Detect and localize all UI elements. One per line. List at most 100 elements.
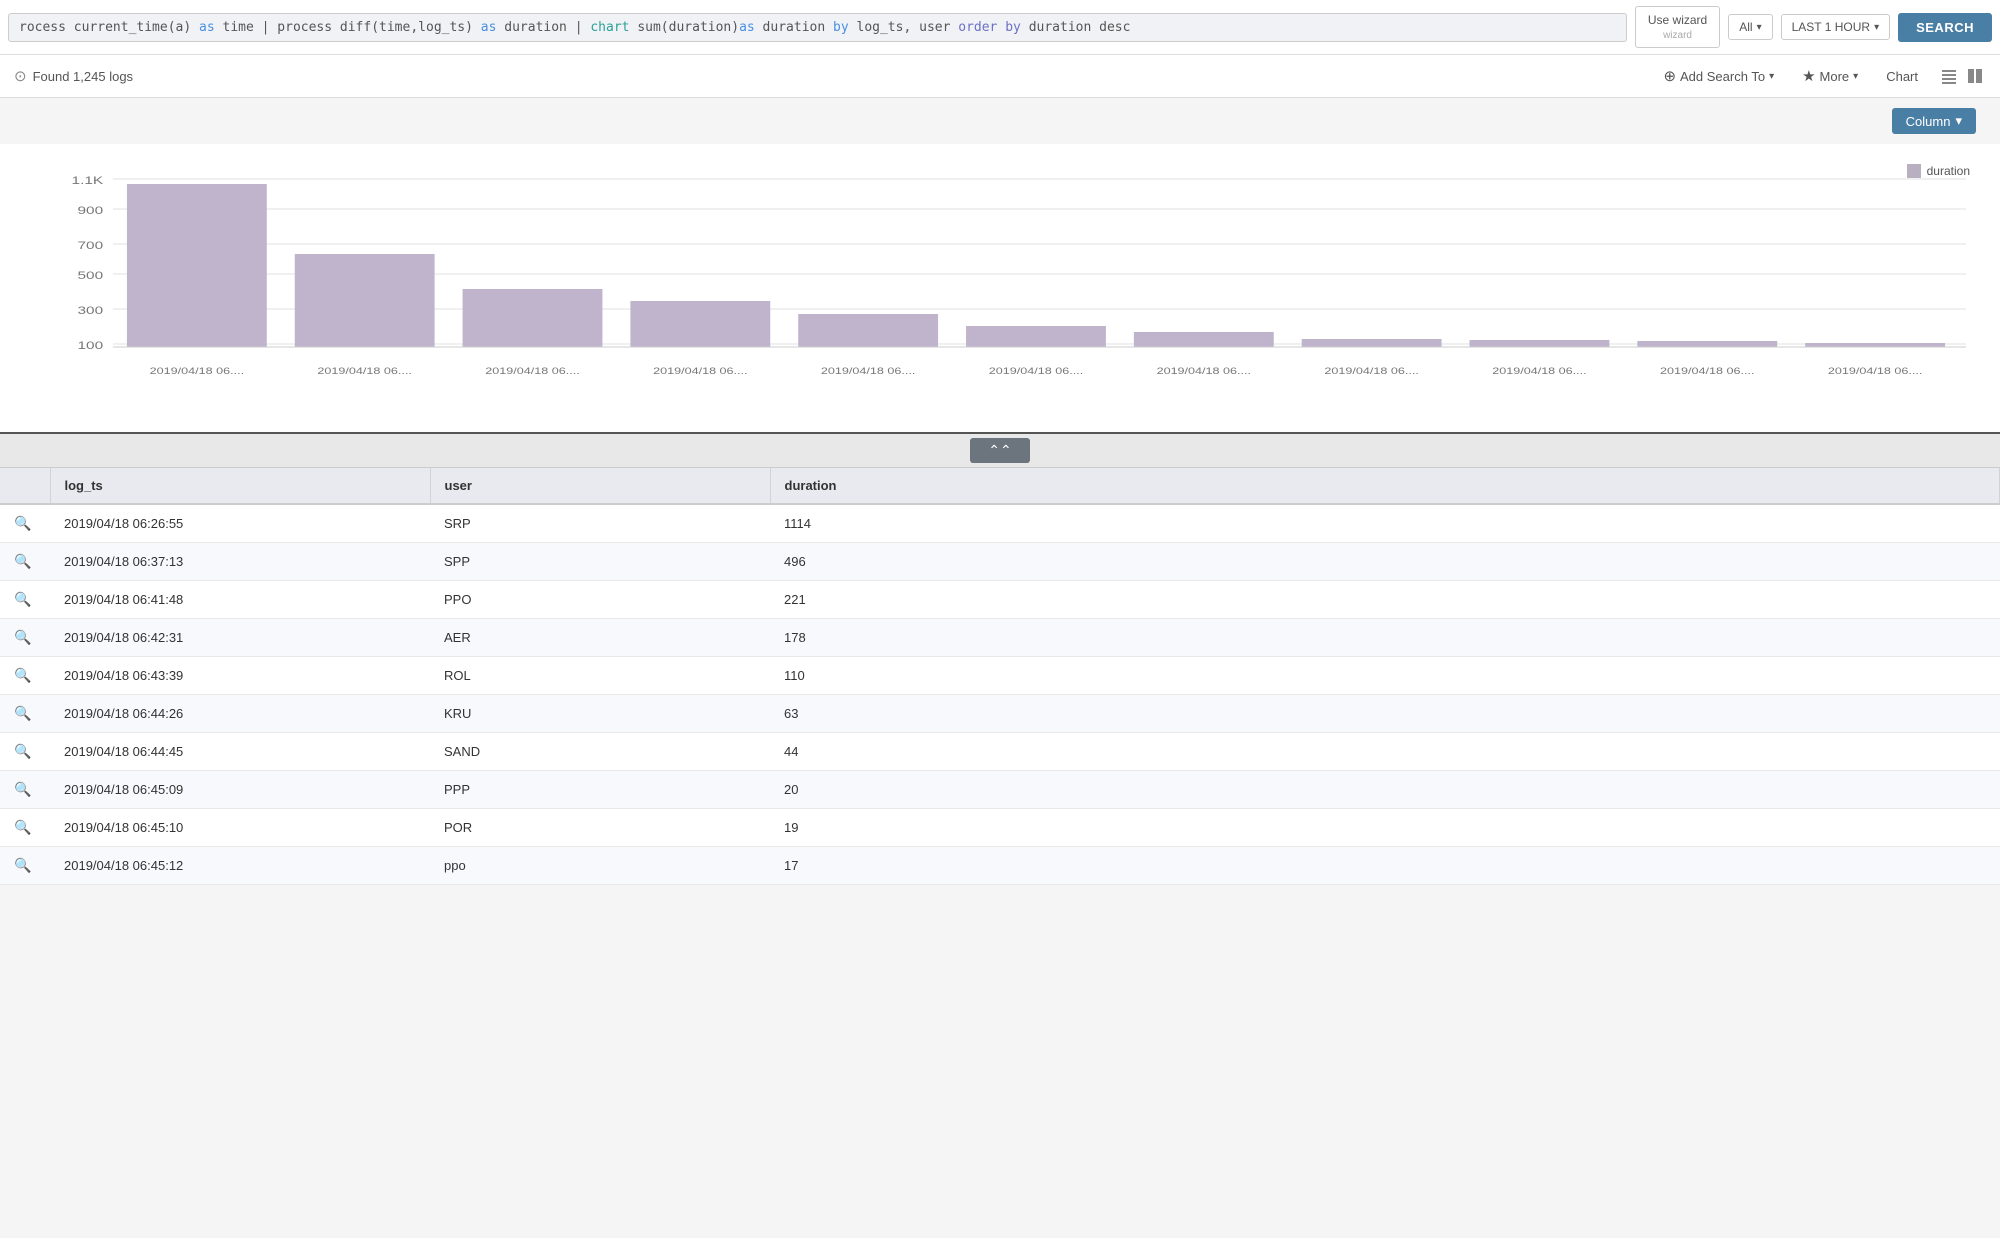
svg-text:100: 100 — [77, 339, 103, 351]
row-action-cell: 🔍 — [0, 619, 50, 657]
table-header: log_ts user duration — [0, 468, 2000, 504]
svg-text:1.1K: 1.1K — [72, 174, 104, 186]
time-range-select[interactable]: LAST 1 HOUR ▾ — [1781, 14, 1891, 40]
svg-text:2019/04/18 06....: 2019/04/18 06.... — [317, 367, 411, 377]
search-bar: rocess current_time(a) as time | process… — [0, 0, 2000, 55]
magnify-icon[interactable]: 🔍 — [14, 629, 31, 645]
chart-area: duration 1.1K 900 700 500 300 100 2019/0… — [0, 144, 2000, 434]
magnify-icon[interactable]: 🔍 — [14, 515, 31, 531]
svg-text:2019/04/18 06....: 2019/04/18 06.... — [1828, 367, 1922, 377]
row-duration-cell: 44 — [770, 733, 2000, 771]
row-log-ts-cell: 2019/04/18 06:44:26 — [50, 695, 430, 733]
row-user-cell: KRU — [430, 695, 770, 733]
action-col-header — [0, 468, 50, 504]
more-button[interactable]: ★ More ▾ — [1794, 63, 1866, 89]
chart-button[interactable]: Chart — [1878, 65, 1926, 88]
duration-col-header[interactable]: duration — [770, 468, 2000, 504]
row-action-cell: 🔍 — [0, 504, 50, 543]
chart-svg: 1.1K 900 700 500 300 100 2019/04/18 06..… — [50, 164, 1980, 384]
svg-text:2019/04/18 06....: 2019/04/18 06.... — [150, 367, 244, 377]
row-log-ts-cell: 2019/04/18 06:42:31 — [50, 619, 430, 657]
row-log-ts-cell: 2019/04/18 06:37:13 — [50, 543, 430, 581]
row-user-cell: ROL — [430, 657, 770, 695]
magnify-icon[interactable]: 🔍 — [14, 553, 31, 569]
magnify-icon[interactable]: 🔍 — [14, 705, 31, 721]
table-row: 🔍 2019/04/18 06:45:12 ppo 17 — [0, 847, 2000, 885]
svg-text:900: 900 — [77, 204, 103, 216]
row-action-cell: 🔍 — [0, 771, 50, 809]
view-columns-icon[interactable] — [1964, 65, 1986, 87]
collapse-handle: ⌃⌃ — [0, 434, 2000, 468]
table-body: 🔍 2019/04/18 06:26:55 SRP 1114 🔍 2019/04… — [0, 504, 2000, 885]
svg-text:2019/04/18 06....: 2019/04/18 06.... — [821, 367, 915, 377]
column-btn-row: Column ▾ — [0, 98, 2000, 144]
row-user-cell: SAND — [430, 733, 770, 771]
magnify-icon[interactable]: 🔍 — [14, 743, 31, 759]
row-duration-cell: 110 — [770, 657, 2000, 695]
user-col-header[interactable]: user — [430, 468, 770, 504]
row-user-cell: PPP — [430, 771, 770, 809]
row-action-cell: 🔍 — [0, 581, 50, 619]
results-count: ⊙ Found 1,245 logs — [14, 67, 133, 85]
search-query-input[interactable]: rocess current_time(a) as time | process… — [8, 13, 1627, 42]
row-user-cell: SPP — [430, 543, 770, 581]
svg-text:2019/04/18 06....: 2019/04/18 06.... — [1157, 367, 1251, 377]
row-log-ts-cell: 2019/04/18 06:45:10 — [50, 809, 430, 847]
row-duration-cell: 17 — [770, 847, 2000, 885]
table-row: 🔍 2019/04/18 06:45:10 POR 19 — [0, 809, 2000, 847]
svg-text:300: 300 — [77, 304, 103, 316]
magnify-icon[interactable]: 🔍 — [14, 781, 31, 797]
check-icon: ⊙ — [14, 67, 27, 85]
row-log-ts-cell: 2019/04/18 06:45:12 — [50, 847, 430, 885]
table-row: 🔍 2019/04/18 06:42:31 AER 178 — [0, 619, 2000, 657]
collapse-button[interactable]: ⌃⌃ — [970, 438, 1029, 463]
column-chevron-icon: ▾ — [1955, 113, 1962, 129]
svg-text:2019/04/18 06....: 2019/04/18 06.... — [485, 367, 579, 377]
row-duration-cell: 178 — [770, 619, 2000, 657]
row-log-ts-cell: 2019/04/18 06:45:09 — [50, 771, 430, 809]
row-user-cell: SRP — [430, 504, 770, 543]
row-user-cell: ppo — [430, 847, 770, 885]
row-action-cell: 🔍 — [0, 809, 50, 847]
row-duration-cell: 19 — [770, 809, 2000, 847]
row-action-cell: 🔍 — [0, 543, 50, 581]
add-search-chevron-icon: ▾ — [1769, 71, 1774, 82]
magnify-icon[interactable]: 🔍 — [14, 667, 31, 683]
scope-chevron-icon: ▾ — [1757, 22, 1762, 33]
row-user-cell: POR — [430, 809, 770, 847]
svg-text:2019/04/18 06....: 2019/04/18 06.... — [1324, 367, 1418, 377]
scope-select[interactable]: All ▾ — [1728, 14, 1772, 40]
star-icon: ★ — [1802, 67, 1815, 85]
row-duration-cell: 20 — [770, 771, 2000, 809]
table-row: 🔍 2019/04/18 06:44:45 SAND 44 — [0, 733, 2000, 771]
table-row: 🔍 2019/04/18 06:45:09 PPP 20 — [0, 771, 2000, 809]
log-ts-col-header[interactable]: log_ts — [50, 468, 430, 504]
legend-label: duration — [1927, 164, 1970, 178]
view-icons — [1938, 65, 1986, 87]
column-button[interactable]: Column ▾ — [1892, 108, 1976, 134]
svg-text:2019/04/18 06....: 2019/04/18 06.... — [1660, 367, 1754, 377]
view-list-icon[interactable] — [1938, 65, 1960, 87]
row-log-ts-cell: 2019/04/18 06:26:55 — [50, 504, 430, 543]
table-container: log_ts user duration 🔍 2019/04/18 06:26:… — [0, 468, 2000, 885]
table-row: 🔍 2019/04/18 06:44:26 KRU 63 — [0, 695, 2000, 733]
add-icon: ⊕ — [1663, 67, 1676, 85]
svg-text:2019/04/18 06....: 2019/04/18 06.... — [653, 367, 747, 377]
magnify-icon[interactable]: 🔍 — [14, 819, 31, 835]
table-row: 🔍 2019/04/18 06:37:13 SPP 496 — [0, 543, 2000, 581]
search-button[interactable]: SEARCH — [1898, 13, 1992, 42]
collapse-icon: ⌃⌃ — [988, 442, 1011, 458]
magnify-icon[interactable]: 🔍 — [14, 591, 31, 607]
chart-svg-wrap: 1.1K 900 700 500 300 100 2019/04/18 06..… — [50, 164, 1980, 387]
add-search-to-button[interactable]: ⊕ Add Search To ▾ — [1655, 63, 1782, 89]
table-row: 🔍 2019/04/18 06:41:48 PPO 221 — [0, 581, 2000, 619]
svg-text:500: 500 — [77, 269, 103, 281]
table-row: 🔍 2019/04/18 06:43:39 ROL 110 — [0, 657, 2000, 695]
time-chevron-icon: ▾ — [1874, 22, 1879, 33]
legend-color-box — [1907, 164, 1921, 178]
results-bar: ⊙ Found 1,245 logs ⊕ Add Search To ▾ ★ M… — [0, 55, 2000, 98]
use-wizard-button[interactable]: Use wizard wizard — [1635, 6, 1720, 48]
svg-text:700: 700 — [77, 239, 103, 251]
magnify-icon[interactable]: 🔍 — [14, 857, 31, 873]
row-duration-cell: 1114 — [770, 504, 2000, 543]
